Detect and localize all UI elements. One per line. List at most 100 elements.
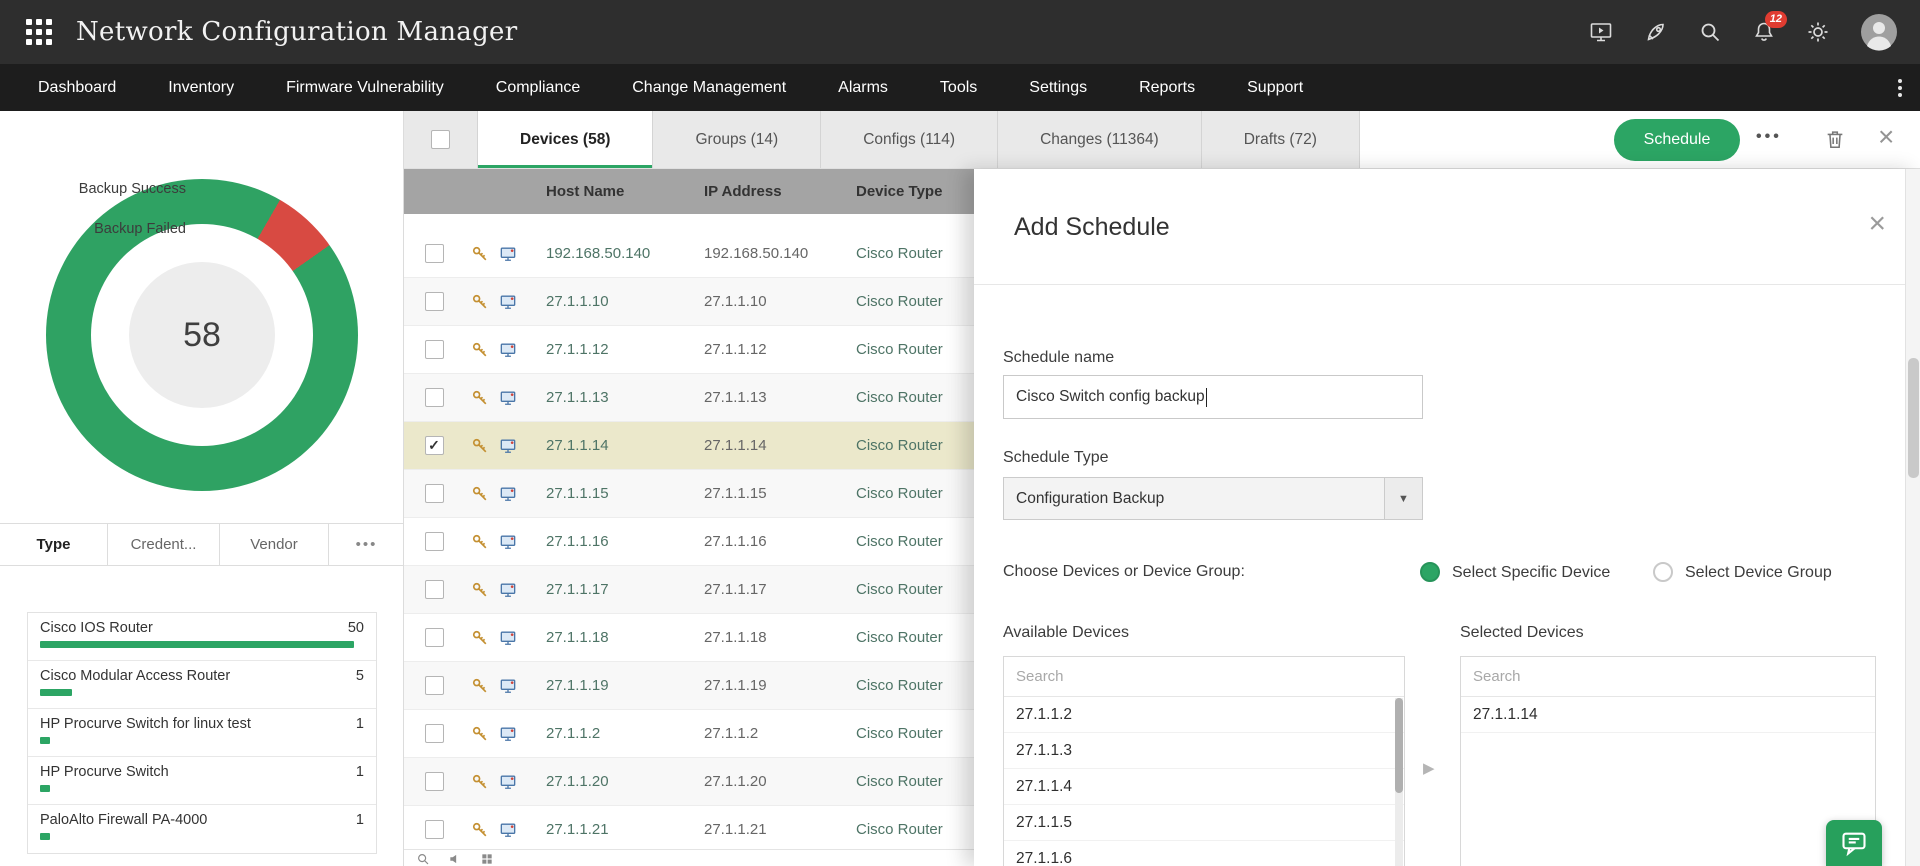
nav-item-compliance[interactable]: Compliance	[470, 64, 606, 111]
radio-specific-label[interactable]: Select Specific Device	[1452, 564, 1610, 582]
device-type-row[interactable]: Cisco Modular Access Router5	[28, 661, 376, 709]
column-header-ip-address[interactable]: IP Address	[704, 183, 856, 200]
chevron-down-icon[interactable]: ▼	[1384, 478, 1422, 519]
device-type-row[interactable]: HP Procurve Switch for linux test1	[28, 709, 376, 757]
radio-select-device-group[interactable]	[1653, 562, 1673, 582]
available-list-scrollbar[interactable]	[1395, 698, 1403, 866]
host-name-link[interactable]: 27.1.1.14	[546, 437, 704, 454]
row-checkbox[interactable]	[425, 244, 444, 263]
device-type-row[interactable]: PaloAlto Firewall PA-40001	[28, 805, 376, 853]
select-all-checkbox[interactable]	[431, 130, 450, 149]
row-checkbox[interactable]	[425, 532, 444, 551]
tab-changes-11364[interactable]: Changes (11364)	[998, 111, 1202, 168]
selected-search-input[interactable]	[1461, 668, 1875, 685]
presentation-icon[interactable]	[1588, 20, 1614, 44]
host-name-link[interactable]: 27.1.1.13	[546, 389, 704, 406]
tab-drafts-72[interactable]: Drafts (72)	[1202, 111, 1360, 168]
table-row[interactable]: 27.1.1.1427.1.1.14Cisco Router	[404, 422, 974, 470]
host-name-link[interactable]: 27.1.1.16	[546, 533, 704, 550]
table-row[interactable]: 27.1.1.1827.1.1.18Cisco Router	[404, 614, 974, 662]
notifications-bell-icon[interactable]: 12	[1752, 20, 1776, 44]
footer-search-icon[interactable]	[416, 852, 430, 866]
host-name-link[interactable]: 27.1.1.21	[546, 821, 704, 838]
footer-grid-icon[interactable]	[480, 852, 494, 866]
host-name-link[interactable]: 27.1.1.18	[546, 629, 704, 646]
available-device-item[interactable]: 27.1.1.6	[1004, 841, 1404, 866]
row-checkbox[interactable]	[425, 628, 444, 647]
nav-item-reports[interactable]: Reports	[1113, 64, 1221, 111]
tab-devices-58[interactable]: Devices (58)	[478, 111, 653, 168]
rocket-icon[interactable]	[1644, 20, 1668, 44]
available-device-item[interactable]: 27.1.1.3	[1004, 733, 1404, 769]
table-row[interactable]: 27.1.1.1927.1.1.19Cisco Router	[404, 662, 974, 710]
tab-groups-14[interactable]: Groups (14)	[653, 111, 821, 168]
chat-fab-button[interactable]	[1826, 820, 1882, 866]
available-search-input[interactable]	[1004, 668, 1404, 685]
nav-item-dashboard[interactable]: Dashboard	[12, 64, 142, 111]
footer-speaker-icon[interactable]	[448, 852, 462, 866]
schedule-name-input[interactable]: Cisco Switch config backup	[1003, 375, 1423, 419]
column-header-host-name[interactable]: Host Name	[546, 183, 704, 200]
host-name-link[interactable]: 27.1.1.10	[546, 293, 704, 310]
row-checkbox[interactable]	[425, 436, 444, 455]
row-checkbox[interactable]	[425, 772, 444, 791]
host-name-link[interactable]: 27.1.1.19	[546, 677, 704, 694]
sidebar-tab-vendor[interactable]: Vendor	[220, 524, 329, 565]
nav-item-settings[interactable]: Settings	[1003, 64, 1113, 111]
table-row[interactable]: 27.1.1.1727.1.1.17Cisco Router	[404, 566, 974, 614]
nav-item-alarms[interactable]: Alarms	[812, 64, 914, 111]
host-name-link[interactable]: 27.1.1.12	[546, 341, 704, 358]
radio-select-specific-device[interactable]	[1420, 562, 1440, 582]
available-device-item[interactable]: 27.1.1.2	[1004, 697, 1404, 733]
available-device-item[interactable]: 27.1.1.4	[1004, 769, 1404, 805]
nav-item-support[interactable]: Support	[1221, 64, 1329, 111]
panel-close-icon[interactable]: ×	[1868, 209, 1886, 239]
radio-group-label[interactable]: Select Device Group	[1685, 564, 1832, 582]
device-type-row[interactable]: Cisco IOS Router50	[28, 613, 376, 661]
nav-item-tools[interactable]: Tools	[914, 64, 1003, 111]
tab-configs-114[interactable]: Configs (114)	[821, 111, 998, 168]
table-row[interactable]: 27.1.1.227.1.1.2Cisco Router	[404, 710, 974, 758]
transfer-right-icon[interactable]: ▶	[1423, 759, 1435, 777]
table-row[interactable]: 27.1.1.1227.1.1.12Cisco Router	[404, 326, 974, 374]
row-checkbox[interactable]	[425, 292, 444, 311]
page-scrollbar-thumb[interactable]	[1908, 358, 1919, 478]
host-name-link[interactable]: 27.1.1.15	[546, 485, 704, 502]
row-checkbox[interactable]	[425, 676, 444, 695]
apps-grid-icon[interactable]	[26, 19, 52, 45]
table-row[interactable]: 27.1.1.2127.1.1.21Cisco Router	[404, 806, 974, 854]
more-actions-icon[interactable]: •••	[1756, 128, 1782, 146]
user-avatar[interactable]	[1860, 13, 1898, 51]
selected-device-item[interactable]: 27.1.1.14	[1461, 697, 1875, 733]
available-device-item[interactable]: 27.1.1.5	[1004, 805, 1404, 841]
trash-icon[interactable]	[1824, 127, 1846, 156]
schedule-type-select[interactable]: Configuration Backup ▼	[1003, 477, 1423, 520]
table-row[interactable]: 27.1.1.2027.1.1.20Cisco Router	[404, 758, 974, 806]
sidebar-tab-[interactable]: •••	[329, 524, 404, 565]
sidebar-tab-credent[interactable]: Credent...	[108, 524, 220, 565]
row-checkbox[interactable]	[425, 340, 444, 359]
kebab-menu-icon[interactable]	[1894, 75, 1906, 101]
host-name-link[interactable]: 192.168.50.140	[546, 245, 704, 262]
row-checkbox[interactable]	[425, 724, 444, 743]
row-checkbox[interactable]	[425, 388, 444, 407]
nav-item-change-management[interactable]: Change Management	[606, 64, 812, 111]
host-name-link[interactable]: 27.1.1.17	[546, 581, 704, 598]
sidebar-tab-type[interactable]: Type	[0, 524, 108, 565]
host-name-link[interactable]: 27.1.1.2	[546, 725, 704, 742]
row-checkbox[interactable]	[425, 580, 444, 599]
close-view-icon[interactable]: ×	[1878, 123, 1894, 151]
search-icon[interactable]	[1698, 20, 1722, 44]
table-row[interactable]: 27.1.1.1627.1.1.16Cisco Router	[404, 518, 974, 566]
row-checkbox[interactable]	[425, 820, 444, 839]
schedule-button[interactable]: Schedule	[1614, 119, 1740, 161]
table-row[interactable]: 27.1.1.1527.1.1.15Cisco Router	[404, 470, 974, 518]
table-row[interactable]: 27.1.1.1027.1.1.10Cisco Router	[404, 278, 974, 326]
table-row[interactable]: 192.168.50.140192.168.50.140Cisco Router	[404, 230, 974, 278]
nav-item-firmware-vulnerability[interactable]: Firmware Vulnerability	[260, 64, 470, 111]
row-checkbox[interactable]	[425, 484, 444, 503]
gear-icon[interactable]	[1806, 20, 1830, 44]
device-type-row[interactable]: HP Procurve Switch1	[28, 757, 376, 805]
page-scrollbar[interactable]	[1905, 169, 1920, 866]
nav-item-inventory[interactable]: Inventory	[142, 64, 260, 111]
